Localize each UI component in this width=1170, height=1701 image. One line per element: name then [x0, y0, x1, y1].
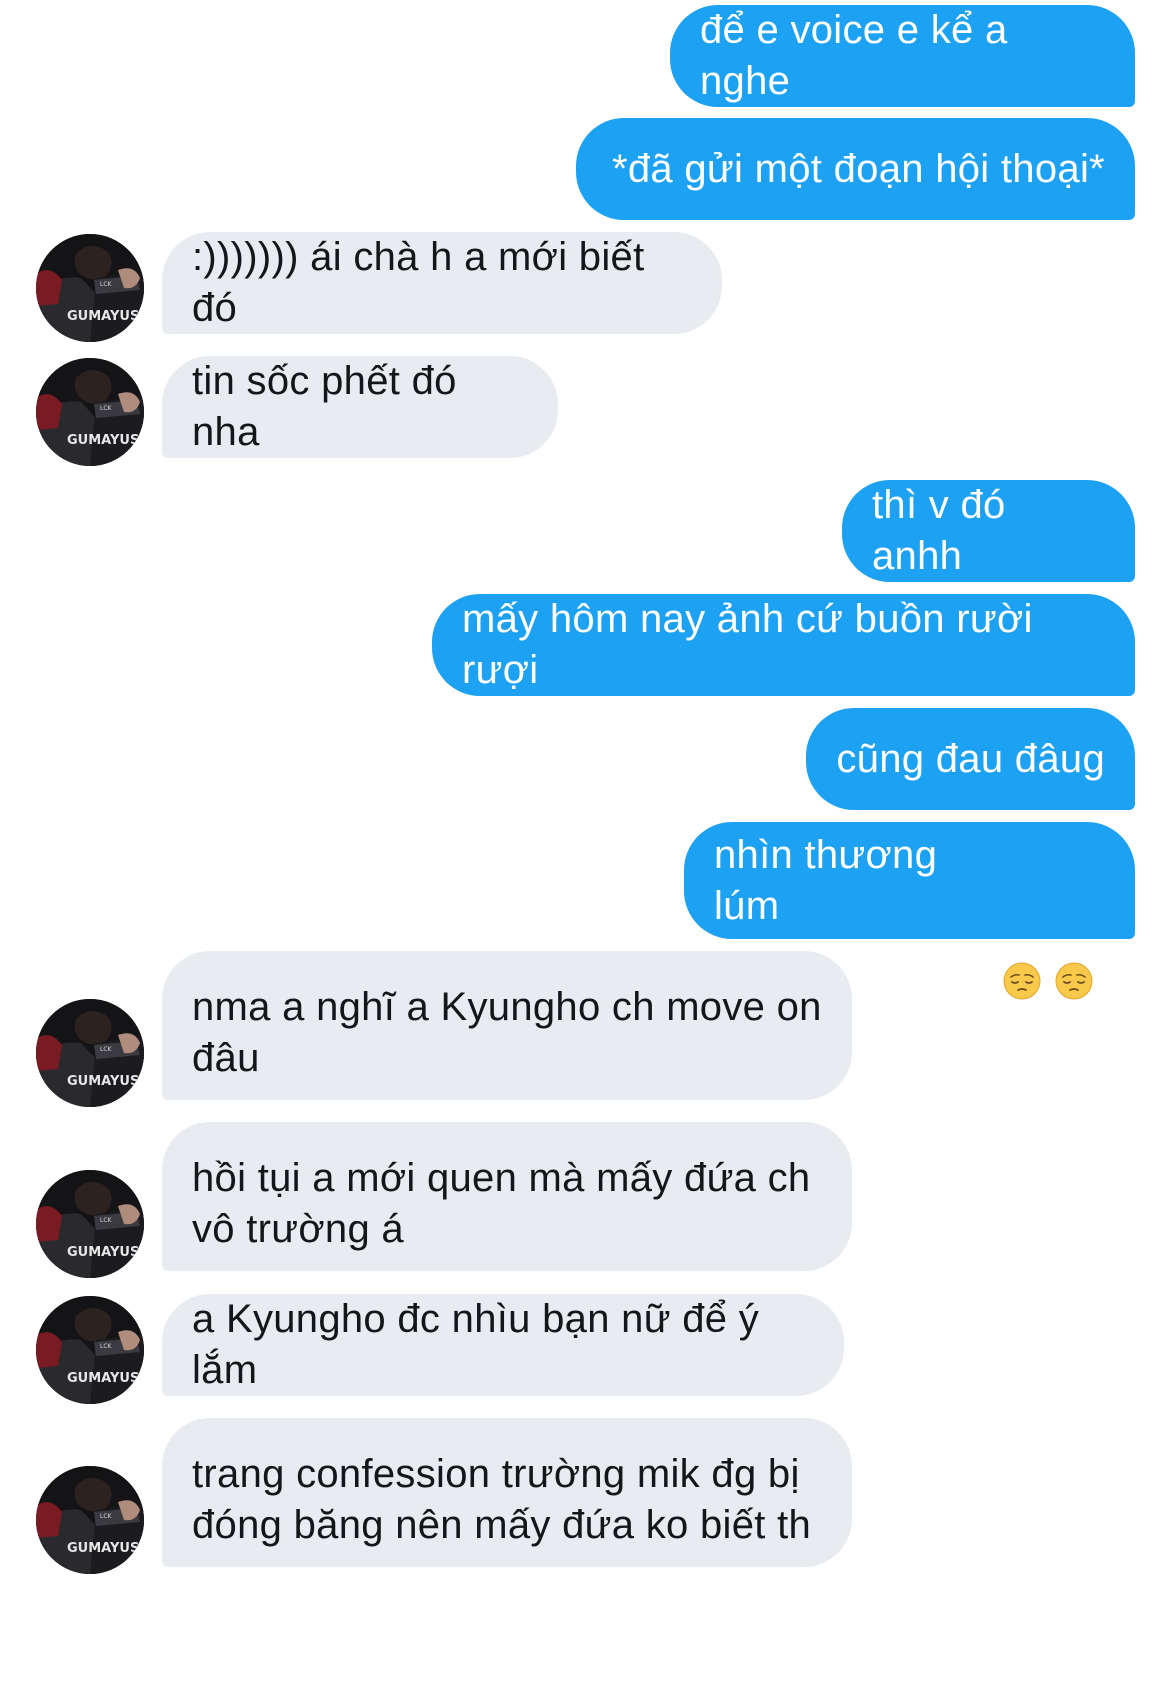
sent-message-row: nhìn thương lúm	[0, 822, 1170, 999]
sent-message-bubble[interactable]: cũng đau đâug	[806, 708, 1135, 810]
svg-text:LCK: LCK	[100, 281, 113, 288]
sent-message-row: cũng đau đâug	[0, 708, 1170, 810]
contact-avatar[interactable]: LCK GUMAYUSI	[36, 999, 144, 1107]
contact-avatar[interactable]: LCK GUMAYUSI	[36, 1170, 144, 1278]
received-message-row: LCK GUMAYUSI trang confession trường mik…	[0, 1418, 1170, 1574]
received-message-bubble[interactable]: :))))))) ái chà h a mới biết đó	[162, 232, 722, 334]
sent-message-bubble[interactable]: thì v đó anhh	[842, 480, 1135, 582]
avatar-caption: GUMAYUSI	[67, 309, 144, 324]
message-text: *đã gửi một đoạn hội thoại*	[612, 146, 1105, 191]
sent-message-bubble[interactable]: mấy hôm nay ảnh cứ buồn rười rượi	[432, 594, 1135, 696]
message-text: nhìn thương lúm	[714, 832, 949, 928]
received-message-row: LCK GUMAYUSI hồi tụi a mới quen mà mấy đ…	[0, 1122, 1170, 1278]
received-message-bubble[interactable]: hồi tụi a mới quen mà mấy đứa ch vô trườ…	[162, 1122, 852, 1271]
svg-text:LCK: LCK	[100, 405, 113, 412]
contact-avatar[interactable]: LCK GUMAYUSI	[36, 1466, 144, 1574]
sent-message-row: thì v đó anhh	[0, 480, 1170, 582]
received-message-row: LCK GUMAYUSI a Kyungho đc nhìu bạn nữ để…	[0, 1294, 1170, 1404]
message-text: cũng đau đâug	[836, 736, 1105, 781]
message-thread: để e voice e kể a nghe *đã gửi một đoạn …	[0, 0, 1170, 1701]
sent-message-row: để e voice e kể a nghe	[0, 5, 1170, 107]
sent-message-row: mấy hôm nay ảnh cứ buồn rười rượi	[0, 594, 1170, 696]
avatar-caption: GUMAYUSI	[67, 1541, 144, 1556]
message-text: trang confession trường mik đg bị đóng b…	[192, 1452, 812, 1547]
svg-text:LCK: LCK	[100, 1217, 113, 1224]
avatar-caption: GUMAYUSI	[67, 433, 144, 448]
sent-message-bubble[interactable]: để e voice e kể a nghe	[670, 5, 1135, 107]
contact-avatar[interactable]: LCK GUMAYUSI	[36, 358, 144, 466]
sent-message-bubble[interactable]: *đã gửi một đoạn hội thoại*	[576, 118, 1135, 220]
received-message-row: LCK GUMAYUSI nma a nghĩ a Kyungho ch mov…	[0, 951, 1170, 1107]
received-message-row: LCK GUMAYUSI :))))))) ái chà h a mới biế…	[0, 232, 1170, 342]
received-message-bubble[interactable]: a Kyungho đc nhìu bạn nữ để ý lắm	[162, 1294, 844, 1396]
contact-avatar[interactable]: LCK GUMAYUSI	[36, 234, 144, 342]
message-text: a Kyungho đc nhìu bạn nữ để ý lắm	[192, 1297, 771, 1392]
avatar-caption: GUMAYUSI	[67, 1371, 144, 1386]
avatar-caption: GUMAYUSI	[67, 1074, 144, 1089]
received-message-bubble[interactable]: trang confession trường mik đg bị đóng b…	[162, 1418, 852, 1567]
message-text: hồi tụi a mới quen mà mấy đứa ch vô trườ…	[192, 1156, 811, 1251]
svg-text:LCK: LCK	[100, 1513, 113, 1520]
message-text: tin sốc phết đó nha	[192, 359, 469, 454]
received-message-bubble[interactable]: tin sốc phết đó nha	[162, 356, 558, 458]
sent-message-bubble[interactable]: nhìn thương lúm	[684, 822, 1135, 999]
avatar-caption: GUMAYUSI	[67, 1245, 144, 1260]
received-message-row: LCK GUMAYUSI tin sốc phết đó nha	[0, 356, 1170, 466]
pensive-face-emoji	[1003, 860, 1041, 999]
pensive-face-emoji	[1055, 860, 1093, 999]
message-text: mấy hôm nay ảnh cứ buồn rười rượi	[462, 597, 1045, 692]
svg-text:LCK: LCK	[100, 1046, 113, 1053]
message-text: nma a nghĩ a Kyungho ch move on đâu	[192, 985, 822, 1080]
message-text: thì v đó anhh	[872, 483, 1018, 578]
message-text: để e voice e kể a nghe	[700, 8, 1019, 103]
svg-text:LCK: LCK	[100, 1343, 113, 1350]
received-message-bubble[interactable]: nma a nghĩ a Kyungho ch move on đâu	[162, 951, 852, 1100]
message-text: :))))))) ái chà h a mới biết đó	[192, 235, 656, 330]
contact-avatar[interactable]: LCK GUMAYUSI	[36, 1296, 144, 1404]
sent-message-row: *đã gửi một đoạn hội thoại*	[0, 118, 1170, 220]
